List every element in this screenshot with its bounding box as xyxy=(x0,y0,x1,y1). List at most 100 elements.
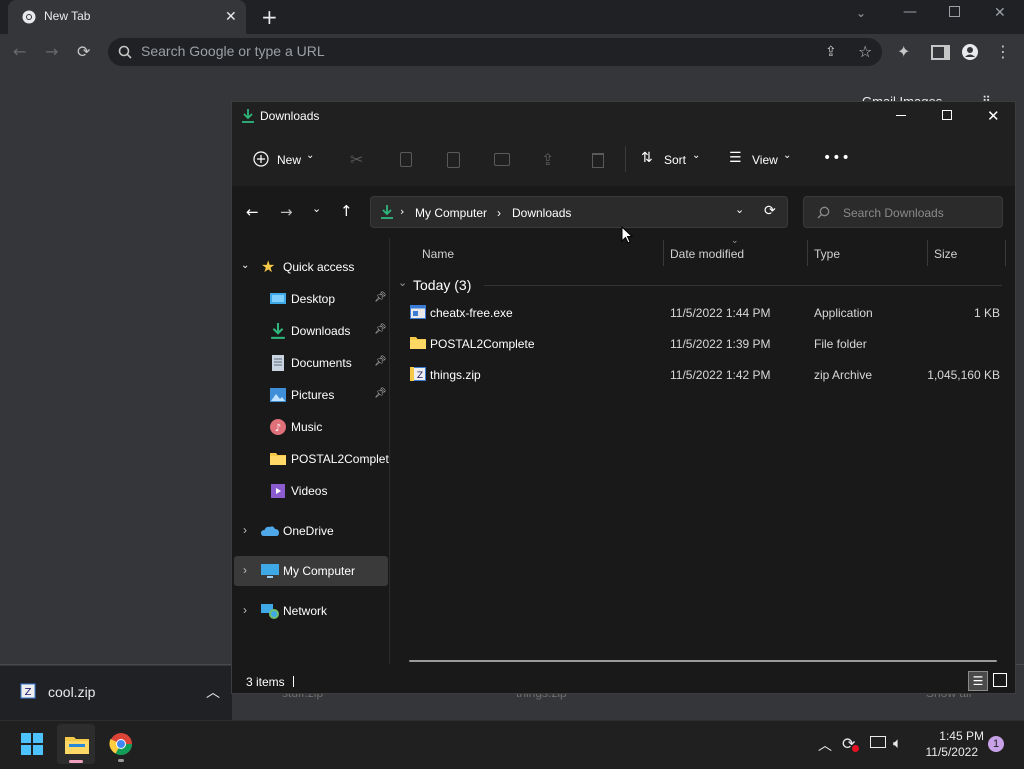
column-separator[interactable] xyxy=(663,240,664,266)
nav-back-icon[interactable]: ← xyxy=(246,203,259,221)
cut-icon[interactable]: ✂ xyxy=(350,150,363,169)
new-chevron-icon: ⌄ xyxy=(306,150,315,161)
volume-icon[interactable]: 🔈︎ xyxy=(893,734,902,752)
expand-chevron-icon[interactable]: › xyxy=(243,603,247,617)
tab-search-icon[interactable]: ⌄ xyxy=(856,6,866,20)
explorer-maximize-icon[interactable] xyxy=(942,110,952,120)
nav-network[interactable]: › Network xyxy=(232,596,388,626)
addr-dropdown-icon[interactable]: ⌄ xyxy=(735,203,744,216)
nav-up-icon[interactable]: ↑ xyxy=(340,202,353,220)
nav-quick-access[interactable]: ⌄ ★ Quick access xyxy=(232,252,388,282)
nav-forward-icon[interactable]: → xyxy=(280,203,293,221)
bookmark-star-icon[interactable]: ☆ xyxy=(858,42,872,61)
chrome-menu-icon[interactable]: ⋮ xyxy=(995,44,1011,60)
refresh-icon[interactable]: ⟳ xyxy=(764,203,776,219)
view-button[interactable]: ☰ View ⌄ xyxy=(724,145,800,173)
taskbar-chrome-icon[interactable] xyxy=(109,732,133,756)
start-windows-icon[interactable] xyxy=(21,733,43,755)
nav-videos[interactable]: Videos xyxy=(232,476,388,506)
network-folder-icon xyxy=(261,603,279,619)
column-header-name[interactable]: Name xyxy=(422,247,454,261)
close-window-icon[interactable]: ✕ xyxy=(994,5,1006,21)
rename-icon[interactable] xyxy=(494,153,510,166)
file-date: 11/5/2022 1:39 PM xyxy=(670,337,771,351)
table-row[interactable]: Z things.zip 11/5/2022 1:42 PM zip Archi… xyxy=(402,361,1007,389)
table-row[interactable]: cheatx-free.exe 11/5/2022 1:44 PM Applic… xyxy=(402,299,1007,327)
expand-chevron-icon[interactable]: ⌄ xyxy=(241,260,249,271)
chevron-up-icon[interactable]: ︿ xyxy=(206,682,220,702)
forward-icon[interactable]: → xyxy=(45,44,58,60)
expand-chevron-icon[interactable]: › xyxy=(243,563,247,577)
nav-downloads[interactable]: Downloads 📌︎ xyxy=(232,316,388,346)
folder-icon xyxy=(270,451,286,467)
reload-icon[interactable]: ⟳ xyxy=(77,44,90,60)
nav-pictures[interactable]: Pictures 📌︎ xyxy=(232,380,388,410)
column-separator[interactable] xyxy=(1005,240,1006,266)
tray-chevron-up-icon[interactable]: ︿ xyxy=(818,735,832,755)
desktop-icon xyxy=(270,291,286,307)
explorer-minimize-icon[interactable] xyxy=(896,115,906,116)
nav-label: Pictures xyxy=(291,388,335,402)
recent-locations-chevron-icon[interactable]: ⌄ xyxy=(312,202,321,215)
search-downloads-input[interactable]: Search Downloads xyxy=(803,196,1003,228)
explorer-close-icon[interactable]: ✕ xyxy=(987,107,1000,125)
nav-label: OneDrive xyxy=(283,524,334,538)
table-row[interactable]: POSTAL2Complete 11/5/2022 1:39 PM File f… xyxy=(402,330,1007,358)
addr-download-icon xyxy=(380,205,394,219)
sort-button[interactable]: ⇅ Sort ⌄ xyxy=(636,145,710,173)
folder-icon xyxy=(410,336,426,350)
column-separator[interactable] xyxy=(807,240,808,266)
details-view-icon[interactable]: ☰ xyxy=(968,671,988,691)
profile-icon[interactable] xyxy=(962,44,978,60)
copy-icon[interactable] xyxy=(400,152,412,167)
column-separator[interactable] xyxy=(927,240,928,266)
more-options-icon[interactable]: ••• xyxy=(823,150,851,166)
group-collapse-chevron-icon[interactable]: ⌄ xyxy=(398,276,407,289)
minimize-icon[interactable]: — xyxy=(903,4,917,20)
new-button[interactable]: New ⌄ xyxy=(246,145,324,173)
column-header-type[interactable]: Type xyxy=(814,247,840,261)
paste-icon[interactable] xyxy=(447,152,460,168)
nav-documents[interactable]: Documents 📌︎ xyxy=(232,348,388,378)
network-icon[interactable] xyxy=(870,736,886,748)
column-header-date[interactable]: Date modified xyxy=(670,247,744,261)
nav-music[interactable]: ♪ Music xyxy=(232,412,388,442)
breadcrumb-downloads[interactable]: Downloads xyxy=(512,206,571,220)
nav-label: Downloads xyxy=(291,324,351,338)
horizontal-scrollbar[interactable] xyxy=(409,660,997,662)
clock-date[interactable]: 11/5/2022 xyxy=(916,745,979,759)
side-panel-icon[interactable] xyxy=(931,45,950,60)
share-icon[interactable]: ⇪ xyxy=(825,44,837,60)
breadcrumb-my-computer[interactable]: My Computer xyxy=(415,206,487,220)
clock-time[interactable]: 1:45 PM xyxy=(924,729,984,743)
nav-postal2complete[interactable]: POSTAL2Complete xyxy=(232,444,389,474)
download-item-cool-zip[interactable]: Z cool.zip ︿ xyxy=(0,666,232,720)
expand-chevron-icon[interactable]: › xyxy=(243,523,247,537)
new-tab-icon[interactable]: + xyxy=(261,5,278,29)
chrome-running-indicator xyxy=(118,759,124,762)
restore-icon[interactable] xyxy=(949,6,960,17)
notification-badge[interactable]: 1 xyxy=(988,736,1004,752)
group-header-today[interactable]: ⌄ Today (3) xyxy=(396,274,1006,296)
share-file-icon[interactable]: ⇪ xyxy=(541,150,554,169)
status-bar xyxy=(232,666,1015,693)
nav-desktop[interactable]: Desktop 📌︎ xyxy=(232,284,388,314)
svg-text:Z: Z xyxy=(25,687,32,698)
delete-icon[interactable] xyxy=(592,153,604,168)
nav-label: Quick access xyxy=(283,260,355,274)
file-date: 11/5/2022 1:42 PM xyxy=(670,368,771,382)
file-type: Application xyxy=(814,306,873,320)
column-header-size[interactable]: Size xyxy=(934,247,957,261)
extensions-icon[interactable]: ✦ xyxy=(897,44,910,60)
tiles-view-icon[interactable] xyxy=(993,673,1007,687)
tab-close-icon[interactable]: ✕ xyxy=(225,9,237,25)
view-list-icon: ☰ xyxy=(729,150,742,166)
back-icon[interactable]: ← xyxy=(13,44,26,60)
explorer-titlebar[interactable] xyxy=(232,102,1015,132)
nav-onedrive[interactable]: › OneDrive xyxy=(232,516,388,546)
tab-new-tab[interactable]: New Tab ✕ xyxy=(8,0,246,34)
nav-my-computer[interactable]: › My Computer xyxy=(234,556,388,586)
omnibox[interactable]: Search Google or type a URL ⇪ ☆ xyxy=(108,38,882,66)
file-type: File folder xyxy=(814,337,867,351)
taskbar-explorer-button[interactable] xyxy=(57,724,95,764)
